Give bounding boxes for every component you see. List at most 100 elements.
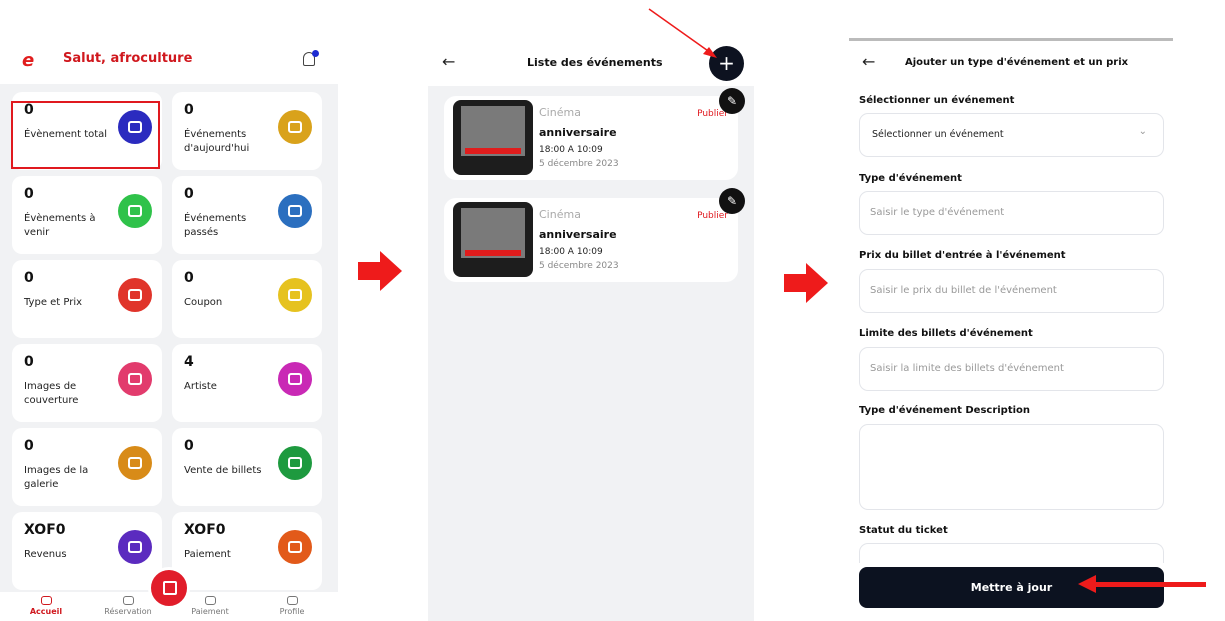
annotation-arrow-stem (784, 274, 806, 292)
stat-label: Images de la galerie (24, 465, 89, 490)
qr-scan-button[interactable] (148, 567, 190, 609)
image-icon (118, 362, 152, 396)
nav-label: Accueil (29, 607, 63, 616)
nav-label: Profile (279, 607, 305, 616)
event-name: anniversaire (539, 126, 617, 139)
back-arrow-icon[interactable]: ← (862, 52, 875, 71)
stat-card[interactable]: 0 Images de couverture (12, 344, 162, 422)
stat-label: Coupon (184, 297, 223, 308)
page-title: Ajouter un type d'événement et un prix (905, 57, 1129, 68)
event-time: 18:00 A 10:09 (539, 145, 603, 155)
calendar-icon (278, 110, 312, 144)
stat-value: 0 (24, 438, 34, 454)
publish-link[interactable]: Publier (697, 211, 728, 221)
artist-icon (278, 362, 312, 396)
ticket-limit-placeholder: Saisir la limite des billets d'événement (870, 363, 1064, 374)
annotation-arrow-right (806, 263, 828, 303)
stat-label: Vente de billets (184, 465, 262, 476)
stat-value: 4 (184, 354, 194, 370)
page-title: Liste des événements (527, 56, 663, 69)
nav-item-réservation[interactable]: Réservation (98, 596, 158, 616)
calendar-icon (122, 596, 134, 605)
stat-card[interactable]: 0 Évènements à venir (12, 176, 162, 254)
stat-card[interactable]: 0 Événements d'aujourd'hui (172, 92, 322, 170)
chevron-down-icon: ⌄ (1138, 126, 1147, 137)
ticket-price-input[interactable]: Saisir le prix du billet de l'événement (859, 269, 1164, 313)
event-type-input[interactable]: Saisir le type d'événement (859, 191, 1164, 235)
form-top-border (849, 38, 1173, 41)
stat-value: 0 (24, 354, 34, 370)
event-time: 18:00 A 10:09 (539, 247, 603, 257)
ticket-price-label: Prix du billet d'entrée à l'événement (859, 250, 1066, 261)
stat-value: 0 (24, 270, 34, 286)
gallery-icon (118, 446, 152, 480)
ticket-status-label: Statut du ticket (859, 525, 948, 536)
stat-card[interactable]: 0 Coupon (172, 260, 322, 338)
nav-label: Paiement (191, 607, 229, 616)
update-button[interactable]: Mettre à jour (859, 567, 1164, 608)
nav-item-profile[interactable]: Profile (262, 596, 322, 616)
nav-label: Réservation (104, 607, 152, 616)
ticket-status-select[interactable] (859, 543, 1164, 563)
stat-value: 0 (184, 186, 194, 202)
stat-label: Revenus (24, 549, 67, 560)
stat-label: Paiement (184, 549, 231, 560)
calendar-clock-icon (118, 194, 152, 228)
stat-value: 0 (24, 186, 34, 202)
stat-value: 0 (184, 438, 194, 454)
nav-item-accueil[interactable]: Accueil (16, 596, 76, 616)
event-type-placeholder: Saisir le type d'événement (870, 207, 1005, 218)
ticket-limit-input[interactable]: Saisir la limite des billets d'événement (859, 347, 1164, 391)
event-type-label: Type d'événement (859, 173, 962, 184)
description-textarea[interactable] (859, 424, 1164, 510)
stat-card[interactable]: 0 Vente de billets (172, 428, 322, 506)
event-card[interactable]: Cinéma anniversaire 18:00 A 10:09 5 déce… (444, 198, 738, 282)
annotation-highlight-box (11, 101, 160, 169)
stat-label: Événements passés (184, 213, 247, 238)
qr-code-icon (163, 581, 177, 595)
home-icon (40, 596, 52, 605)
event-card[interactable]: Cinéma anniversaire 18:00 A 10:09 5 déce… (444, 96, 738, 180)
event-thumbnail (453, 100, 533, 175)
stat-card[interactable]: XOF0 Revenus (12, 512, 162, 590)
stat-card[interactable]: 0 Type et Prix (12, 260, 162, 338)
event-category: Cinéma (539, 208, 581, 221)
notification-bell-icon[interactable] (301, 50, 319, 68)
event-thumbnail (453, 202, 533, 277)
stat-card[interactable]: XOF0 Paiement (172, 512, 322, 590)
description-label: Type d'événement Description (859, 405, 1031, 416)
stat-card[interactable]: 4 Artiste (172, 344, 322, 422)
edit-icon[interactable]: ✎ (719, 188, 745, 214)
stat-label: Événements d'aujourd'hui (184, 129, 250, 154)
coupon-icon (278, 278, 312, 312)
event-select-value: Sélectionner un événement (872, 129, 1004, 140)
event-category: Cinéma (539, 106, 581, 119)
ticket-price-placeholder: Saisir le prix du billet de l'événement (870, 285, 1057, 296)
user-icon (286, 596, 298, 605)
wallet-icon (204, 596, 216, 605)
list-icon (118, 278, 152, 312)
ticket-limit-label: Limite des billets d'événement (859, 328, 1033, 339)
event-name: anniversaire (539, 228, 617, 241)
stat-label: Évènements à venir (24, 213, 96, 238)
revenue-icon (118, 530, 152, 564)
event-date: 5 décembre 2023 (539, 261, 619, 271)
annotation-arrow-stem (1096, 582, 1206, 587)
stat-label: Images de couverture (24, 381, 79, 406)
nav-item-paiement[interactable]: Paiement (180, 596, 240, 616)
payment-icon (278, 530, 312, 564)
event-select[interactable]: Sélectionner un événement ⌄ (859, 113, 1164, 157)
edit-icon[interactable]: ✎ (719, 88, 745, 114)
greeting: Salut, afroculture (63, 51, 193, 66)
back-arrow-icon[interactable]: ← (442, 52, 455, 71)
annotation-arrow-left (1078, 575, 1096, 593)
annotation-arrow-diagonal (648, 8, 717, 58)
stat-card[interactable]: 0 Images de la galerie (12, 428, 162, 506)
app-logo: e (22, 50, 35, 71)
stat-label: Artiste (184, 381, 217, 392)
stat-value: XOF0 (24, 522, 66, 538)
annotation-arrow-stem (358, 262, 380, 280)
calendar-check-icon (278, 194, 312, 228)
stat-card[interactable]: 0 Événements passés (172, 176, 322, 254)
stat-value: XOF0 (184, 522, 226, 538)
